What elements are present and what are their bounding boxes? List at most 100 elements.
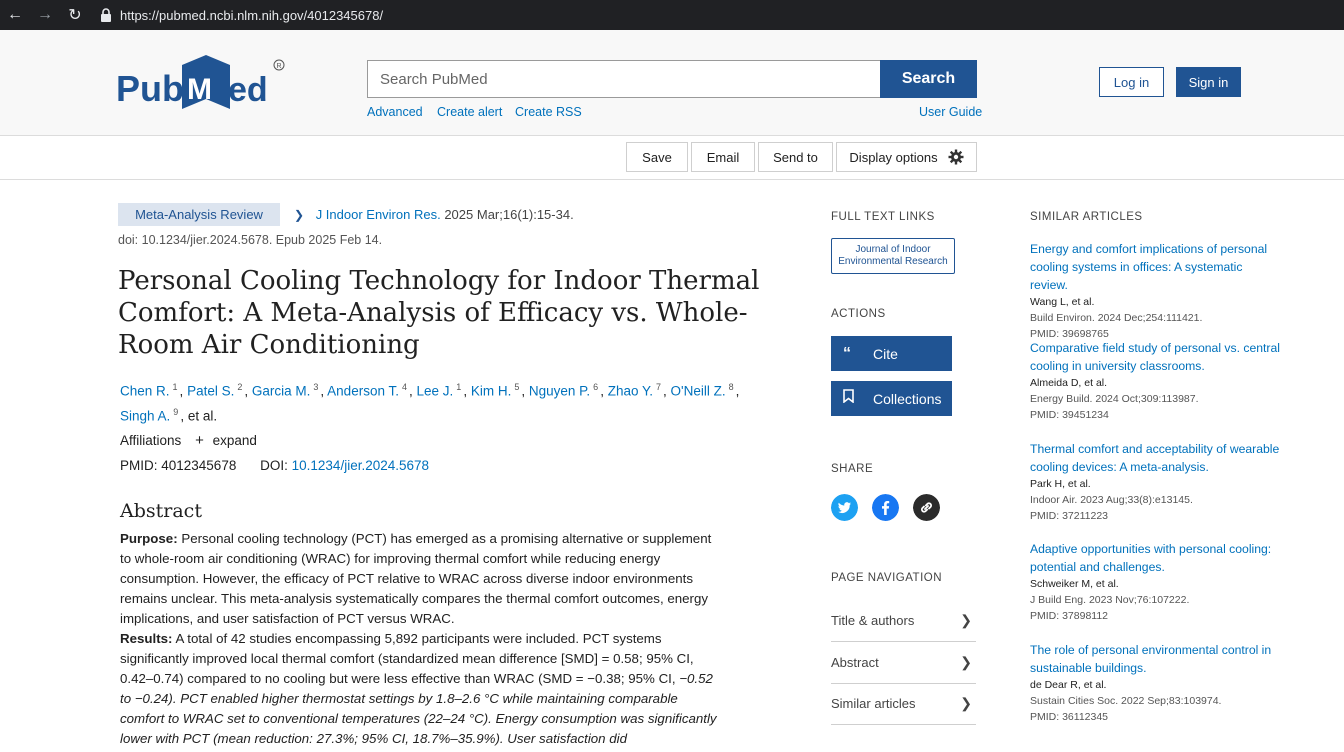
similar-article-title-link[interactable]: Adaptive opportunities with personal coo… <box>1030 540 1280 576</box>
abstract-results: Results: A total of 42 studies encompass… <box>120 629 720 749</box>
results-label: Results: <box>120 631 173 646</box>
affiliation-number[interactable]: 8 <box>729 382 734 392</box>
affiliation-number[interactable]: 5 <box>514 382 519 392</box>
address-bar[interactable]: https://pubmed.ncbi.nlm.nih.gov/40123456… <box>100 8 383 23</box>
similar-article-pmid: PMID: 37211223 <box>1030 510 1109 522</box>
create-rss-link[interactable]: Create RSS <box>515 105 582 119</box>
similar-article-journal: Indoor Air. 2023 Aug;33(8):e13145. <box>1030 494 1193 506</box>
chevron-right-icon: ❯ <box>960 654 972 670</box>
similar-article-item: The role of personal environmental contr… <box>1030 641 1280 726</box>
affiliations-label: Affiliations <box>120 433 182 448</box>
page-nav-label: Abstract <box>831 655 879 670</box>
display-options-button[interactable]: Display options <box>836 142 977 172</box>
back-arrow-icon[interactable]: ← <box>0 0 30 30</box>
author-link[interactable]: Anderson T. <box>327 384 399 399</box>
journal-link[interactable]: J Indoor Environ Res. <box>316 207 441 222</box>
collections-button[interactable]: Collections <box>831 381 952 416</box>
results-text: A total of 42 studies encompassing 5,892… <box>120 631 694 686</box>
full-text-journal-link[interactable]: Journal of Indoor Environmental Research <box>831 238 955 274</box>
similar-article-pmid: PMID: 37898112 <box>1030 610 1109 622</box>
similar-article-authors: Park H, et al. <box>1030 478 1091 490</box>
search-input[interactable] <box>367 60 881 98</box>
article-title: Personal Cooling Technology for Indoor T… <box>118 266 760 360</box>
author-separator: , <box>244 383 252 399</box>
chevron-right-icon: ❯ <box>960 695 972 711</box>
purpose-label: Purpose: <box>120 531 178 546</box>
similar-article-title-link[interactable]: Thermal comfort and acceptability of wea… <box>1030 440 1280 476</box>
cite-label: Cite <box>873 345 898 362</box>
similar-article-journal: Build Environ. 2024 Dec;254:111421. <box>1030 312 1203 324</box>
page-nav-label: Similar articles <box>831 696 916 711</box>
author-separator: , <box>735 383 740 399</box>
author-link[interactable]: Lee J. <box>417 384 454 399</box>
cite-button[interactable]: “ Cite <box>831 336 952 371</box>
abstract-body: Purpose: Personal cooling technology (PC… <box>120 529 720 749</box>
author-link[interactable]: Zhao Y. <box>608 384 653 399</box>
similar-article-title-link[interactable]: Energy and comfort implications of perso… <box>1030 240 1280 294</box>
author-link[interactable]: Nguyen P. <box>529 384 590 399</box>
similar-article-pmid: PMID: 36112345 <box>1030 711 1109 723</box>
email-button[interactable]: Email <box>691 142 755 172</box>
lock-icon <box>101 8 111 22</box>
forward-arrow-icon[interactable]: → <box>30 0 60 30</box>
affiliation-number[interactable]: 4 <box>402 382 407 392</box>
user-guide-link[interactable]: User Guide <box>919 105 982 119</box>
affiliation-number[interactable]: 9 <box>173 407 178 417</box>
author-link[interactable]: O'Neill Z. <box>671 384 726 399</box>
abstract-heading: Abstract <box>120 500 202 522</box>
citation-text: 2025 Mar;16(1):15-34. <box>444 207 574 222</box>
article-main: Meta-Analysis Review ❯ J Indoor Environ … <box>0 180 800 752</box>
author-link[interactable]: Chen R. <box>120 384 170 399</box>
create-alert-link[interactable]: Create alert <box>437 105 502 119</box>
sign-in-button[interactable]: Sign in <box>1176 67 1241 97</box>
affiliations-row: Affiliations + expand <box>120 432 257 449</box>
author-link[interactable]: Patel S. <box>187 384 234 399</box>
affiliation-number[interactable]: 6 <box>593 382 598 392</box>
browser-toolbar: ← → ↻ https://pubmed.ncbi.nlm.nih.gov/40… <box>0 0 1344 30</box>
save-button[interactable]: Save <box>626 142 688 172</box>
affiliation-number[interactable]: 7 <box>656 382 661 392</box>
gear-icon <box>948 149 964 165</box>
page-nav-title-authors[interactable]: Title & authors ❯ <box>831 600 976 642</box>
article-toolbar: Save Email Send to Display options <box>0 136 1344 180</box>
affiliation-number[interactable]: 1 <box>456 382 461 392</box>
affiliation-number[interactable]: 1 <box>173 382 178 392</box>
actions-sidebar: FULL TEXT LINKS Journal of Indoor Enviro… <box>831 180 991 752</box>
display-options-label: Display options <box>849 149 938 165</box>
similar-article-item: Thermal comfort and acceptability of wea… <box>1030 440 1280 525</box>
facebook-icon[interactable] <box>872 494 899 521</box>
page-nav-label: Title & authors <box>831 613 915 628</box>
pubmed-logo[interactable]: Pub M ed R <box>116 53 296 113</box>
similar-article-authors: Wang L, et al. <box>1030 296 1095 308</box>
similar-article-title-link[interactable]: Comparative field study of personal vs. … <box>1030 339 1280 375</box>
similar-article-item: Energy and comfort implications of perso… <box>1030 240 1280 343</box>
plus-icon[interactable]: + <box>195 432 204 449</box>
affiliation-number[interactable]: 2 <box>237 382 242 392</box>
affiliation-number[interactable]: 3 <box>313 382 318 392</box>
page-nav-abstract[interactable]: Abstract ❯ <box>831 642 976 684</box>
author-link[interactable]: Singh A. <box>120 408 170 423</box>
similar-article-title-link[interactable]: The role of personal environmental contr… <box>1030 641 1280 677</box>
identifiers-row: PMID: 4012345678 DOI: 10.1234/jier.2024.… <box>120 458 429 473</box>
author-separator: , <box>179 383 188 399</box>
similar-article-pmid: PMID: 39451234 <box>1030 409 1109 421</box>
svg-text:M: M <box>187 73 212 106</box>
author-link[interactable]: Garcia M. <box>252 384 311 399</box>
reload-icon[interactable]: ↻ <box>60 0 90 30</box>
author-link[interactable]: Kim H. <box>471 384 512 399</box>
expand-affiliations-toggle[interactable]: expand <box>213 433 257 448</box>
twitter-icon[interactable] <box>831 494 858 521</box>
similar-article-item: Adaptive opportunities with personal coo… <box>1030 540 1280 625</box>
copy-link-icon[interactable] <box>913 494 940 521</box>
doi-link[interactable]: 10.1234/jier.2024.5678 <box>292 458 429 473</box>
send-to-button[interactable]: Send to <box>758 142 833 172</box>
search-button[interactable]: Search <box>880 60 977 98</box>
log-in-button[interactable]: Log in <box>1099 67 1164 97</box>
site-header: Pub M ed R Search Advanced Create alert … <box>0 30 1344 136</box>
bookmark-icon <box>843 389 861 408</box>
advanced-search-link[interactable]: Advanced <box>367 105 423 119</box>
similar-article-authors: Schweiker M, et al. <box>1030 578 1119 590</box>
author-separator: , <box>409 383 417 399</box>
page-nav-similar-articles[interactable]: Similar articles ❯ <box>831 683 976 725</box>
publication-type-badge: Meta-Analysis Review <box>118 203 280 226</box>
